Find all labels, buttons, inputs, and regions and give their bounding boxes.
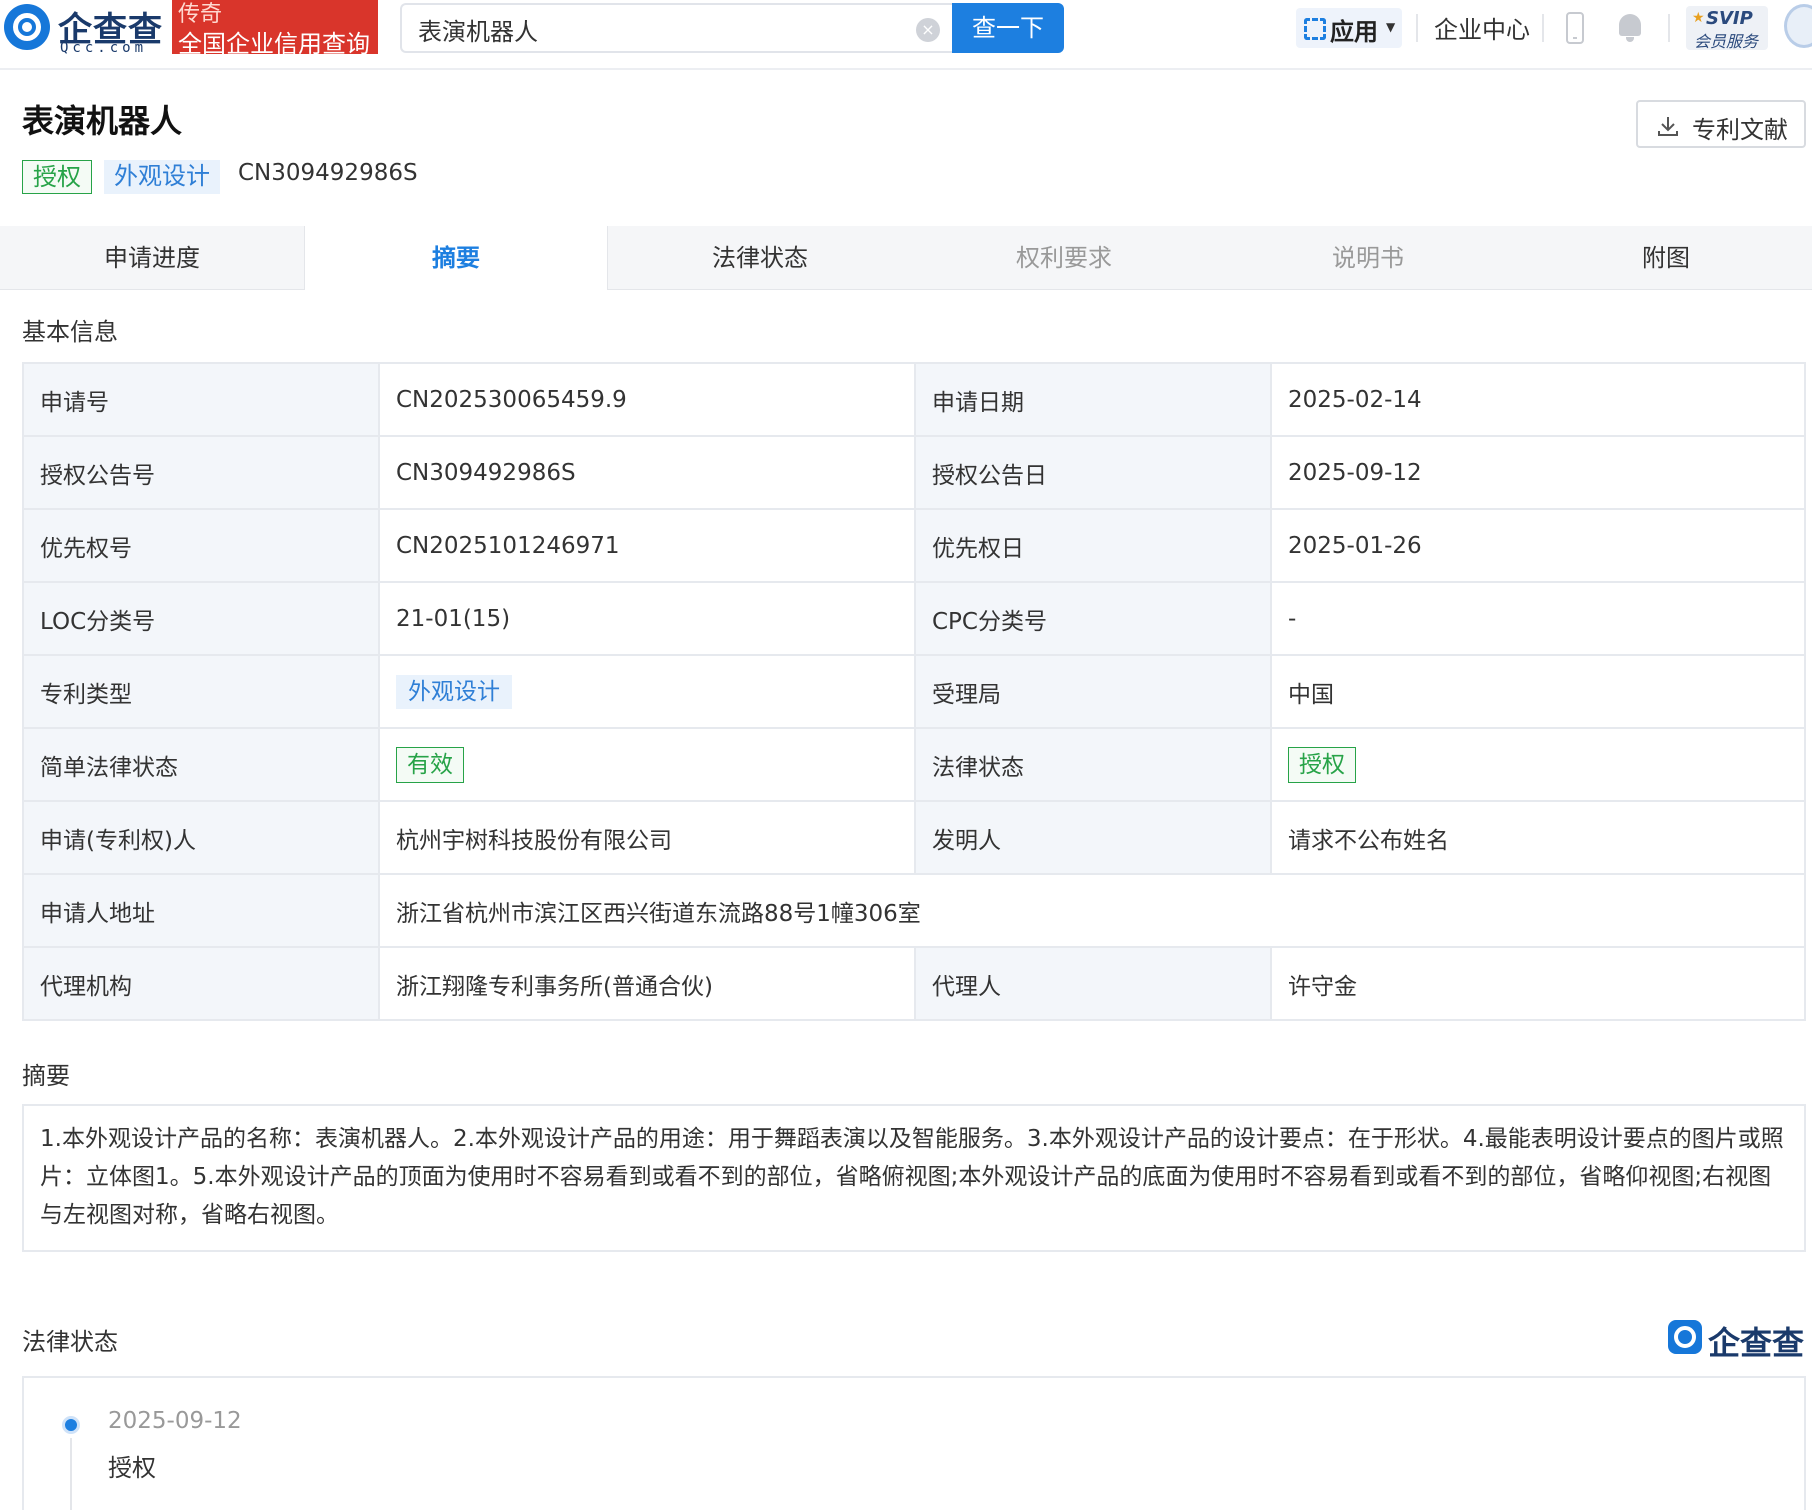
value-agent: 许守金 <box>1270 946 1806 1021</box>
value-applicant-address: 浙江省杭州市滨江区西兴街道东流路88号1幢306室 <box>378 873 1806 948</box>
label-application-date: 申请日期 <box>914 362 1272 437</box>
table-row: 授权公告号 CN309492986S 授权公告日 2025-09-12 <box>22 435 1806 510</box>
label-grant-pub-no: 授权公告号 <box>22 435 380 510</box>
value-application-no: CN202530065459.9 <box>378 362 916 437</box>
svip-title: SVIP <box>1706 8 1753 29</box>
value-priority-date: 2025-01-26 <box>1270 508 1806 583</box>
brand-logo-icon <box>1668 1320 1702 1354</box>
download-icon <box>1658 117 1678 136</box>
label-application-no: 申请号 <box>22 362 380 437</box>
label-agency: 代理机构 <box>22 946 380 1021</box>
label-receiving-office: 受理局 <box>914 654 1272 729</box>
section-title-basic-info: 基本信息 <box>22 318 118 346</box>
value-loc-class: 21-01(15) <box>378 581 916 656</box>
apps-grid-icon <box>1304 18 1326 40</box>
table-row: 代理机构 浙江翔隆专利事务所(普通合伙) 代理人 许守金 <box>22 946 1806 1021</box>
promo-banner[interactable]: 传奇 全国企业信用查询 <box>172 0 378 58</box>
value-inventor: 请求不公布姓名 <box>1270 800 1806 875</box>
table-row: 申请(专利权)人 杭州宇树科技股份有限公司 发明人 请求不公布姓名 <box>22 800 1806 875</box>
tab-abstract[interactable]: 摘要 <box>304 226 608 290</box>
value-grant-pub-no: CN309492986S <box>378 435 916 510</box>
logo-mark-icon <box>4 4 50 50</box>
table-row: LOC分类号 21-01(15) CPC分类号 - <box>22 581 1806 656</box>
avatar[interactable] <box>1784 4 1812 48</box>
search-input[interactable] <box>418 13 898 45</box>
crown-icon: ★ <box>1692 10 1705 26</box>
top-header: 企查查 Qcc.com 传奇 全国企业信用查询 × 查一下 应用 ▼ 企业中心 … <box>0 0 1812 70</box>
simple-legal-status-badge: 有效 <box>396 746 464 783</box>
svip-button[interactable]: ★ SVIP 会员服务 <box>1686 6 1768 51</box>
enterprise-center-link[interactable]: 企业中心 <box>1434 10 1530 45</box>
clear-icon[interactable]: × <box>916 18 940 42</box>
table-row: 专利类型 外观设计 受理局 中国 <box>22 654 1806 729</box>
section-title-legal-status: 法律状态 <box>22 1328 118 1356</box>
label-simple-legal-status: 简单法律状态 <box>22 727 380 802</box>
tab-description[interactable]: 说明书 <box>1216 226 1520 290</box>
label-applicant-address: 申请人地址 <box>22 873 380 948</box>
search-button[interactable]: 查一下 <box>952 3 1064 53</box>
tab-claims[interactable]: 权利要求 <box>912 226 1216 290</box>
patent-document-label: 专利文献 <box>1692 116 1788 144</box>
table-row: 优先权号 CN2025101246971 优先权日 2025-01-26 <box>22 508 1806 583</box>
page-title: 表演机器人 <box>22 102 183 140</box>
value-cpc-class: - <box>1270 581 1806 656</box>
value-receiving-office: 中国 <box>1270 654 1806 729</box>
applicant-link[interactable]: 杭州宇树科技股份有限公司 <box>378 800 916 875</box>
label-grant-pub-date: 授权公告日 <box>914 435 1272 510</box>
timeline-line <box>70 1438 72 1510</box>
label-priority-date: 优先权日 <box>914 508 1272 583</box>
label-priority-no: 优先权号 <box>22 508 380 583</box>
chevron-down-icon: ▼ <box>1386 20 1396 34</box>
tab-progress[interactable]: 申请进度 <box>0 226 304 290</box>
patent-document-button[interactable]: 专利文献 <box>1636 100 1806 148</box>
divider <box>1668 14 1670 42</box>
timeline-date: 2025-09-12 <box>108 1408 242 1434</box>
timeline-dot-icon <box>62 1416 80 1434</box>
patent-type-badge: 外观设计 <box>396 674 512 709</box>
table-row: 简单法律状态 有效 法律状态 授权 <box>22 727 1806 802</box>
value-application-date: 2025-02-14 <box>1270 362 1806 437</box>
apps-menu[interactable]: 应用 ▼ <box>1296 8 1402 48</box>
logo-domain: Qcc.com <box>60 40 148 56</box>
legal-status-timeline: 2025-09-12 授权 <box>22 1376 1806 1510</box>
value-priority-no: CN2025101246971 <box>378 508 916 583</box>
table-row: 申请号 CN202530065459.9 申请日期 2025-02-14 <box>22 362 1806 437</box>
tab-figures[interactable]: 附图 <box>1520 226 1812 290</box>
agency-link[interactable]: 浙江翔隆专利事务所(普通合伙) <box>378 946 916 1021</box>
value-patent-type-cell: 外观设计 <box>378 654 916 729</box>
label-applicant: 申请(专利权)人 <box>22 800 380 875</box>
table-row: 申请人地址 浙江省杭州市滨江区西兴街道东流路88号1幢306室 <box>22 873 1806 948</box>
apps-label: 应用 <box>1330 18 1378 46</box>
bell-icon[interactable] <box>1616 12 1644 44</box>
label-legal-status: 法律状态 <box>914 727 1272 802</box>
brand-text: 企查查 <box>1708 1324 1805 1362</box>
legal-status-badge: 授权 <box>1288 746 1356 783</box>
brand-watermark: 企查查 <box>1668 1318 1808 1362</box>
abstract-text: 1.本外观设计产品的名称：表演机器人。2.本外观设计产品的用途：用于舞蹈表演以及… <box>22 1104 1806 1252</box>
promo-line2: 全国企业信用查询 <box>178 30 370 58</box>
label-loc-class: LOC分类号 <box>22 581 380 656</box>
mobile-phone-icon[interactable] <box>1566 12 1584 44</box>
status-badge: 授权 <box>22 160 92 194</box>
label-inventor: 发明人 <box>914 800 1272 875</box>
label-patent-type: 专利类型 <box>22 654 380 729</box>
type-badge: 外观设计 <box>104 160 220 194</box>
search-box: × <box>400 3 952 53</box>
site-logo[interactable]: 企查查 Qcc.com <box>0 2 170 58</box>
divider <box>1416 14 1418 42</box>
divider <box>1542 14 1544 42</box>
value-grant-pub-date: 2025-09-12 <box>1270 435 1806 510</box>
tab-legal-status[interactable]: 法律状态 <box>608 226 912 290</box>
value-simple-legal-status-cell: 有效 <box>378 727 916 802</box>
label-agent: 代理人 <box>914 946 1272 1021</box>
section-title-abstract: 摘要 <box>22 1062 70 1090</box>
publication-number: CN309492986S <box>238 160 418 186</box>
basic-info-table: 申请号 CN202530065459.9 申请日期 2025-02-14 授权公… <box>22 362 1806 1021</box>
value-legal-status-cell: 授权 <box>1270 727 1806 802</box>
label-cpc-class: CPC分类号 <box>914 581 1272 656</box>
timeline-event: 授权 <box>108 1454 156 1482</box>
svip-subtitle: 会员服务 <box>1694 32 1759 51</box>
tab-bar: 申请进度 摘要 法律状态 权利要求 说明书 附图 <box>0 226 1812 290</box>
